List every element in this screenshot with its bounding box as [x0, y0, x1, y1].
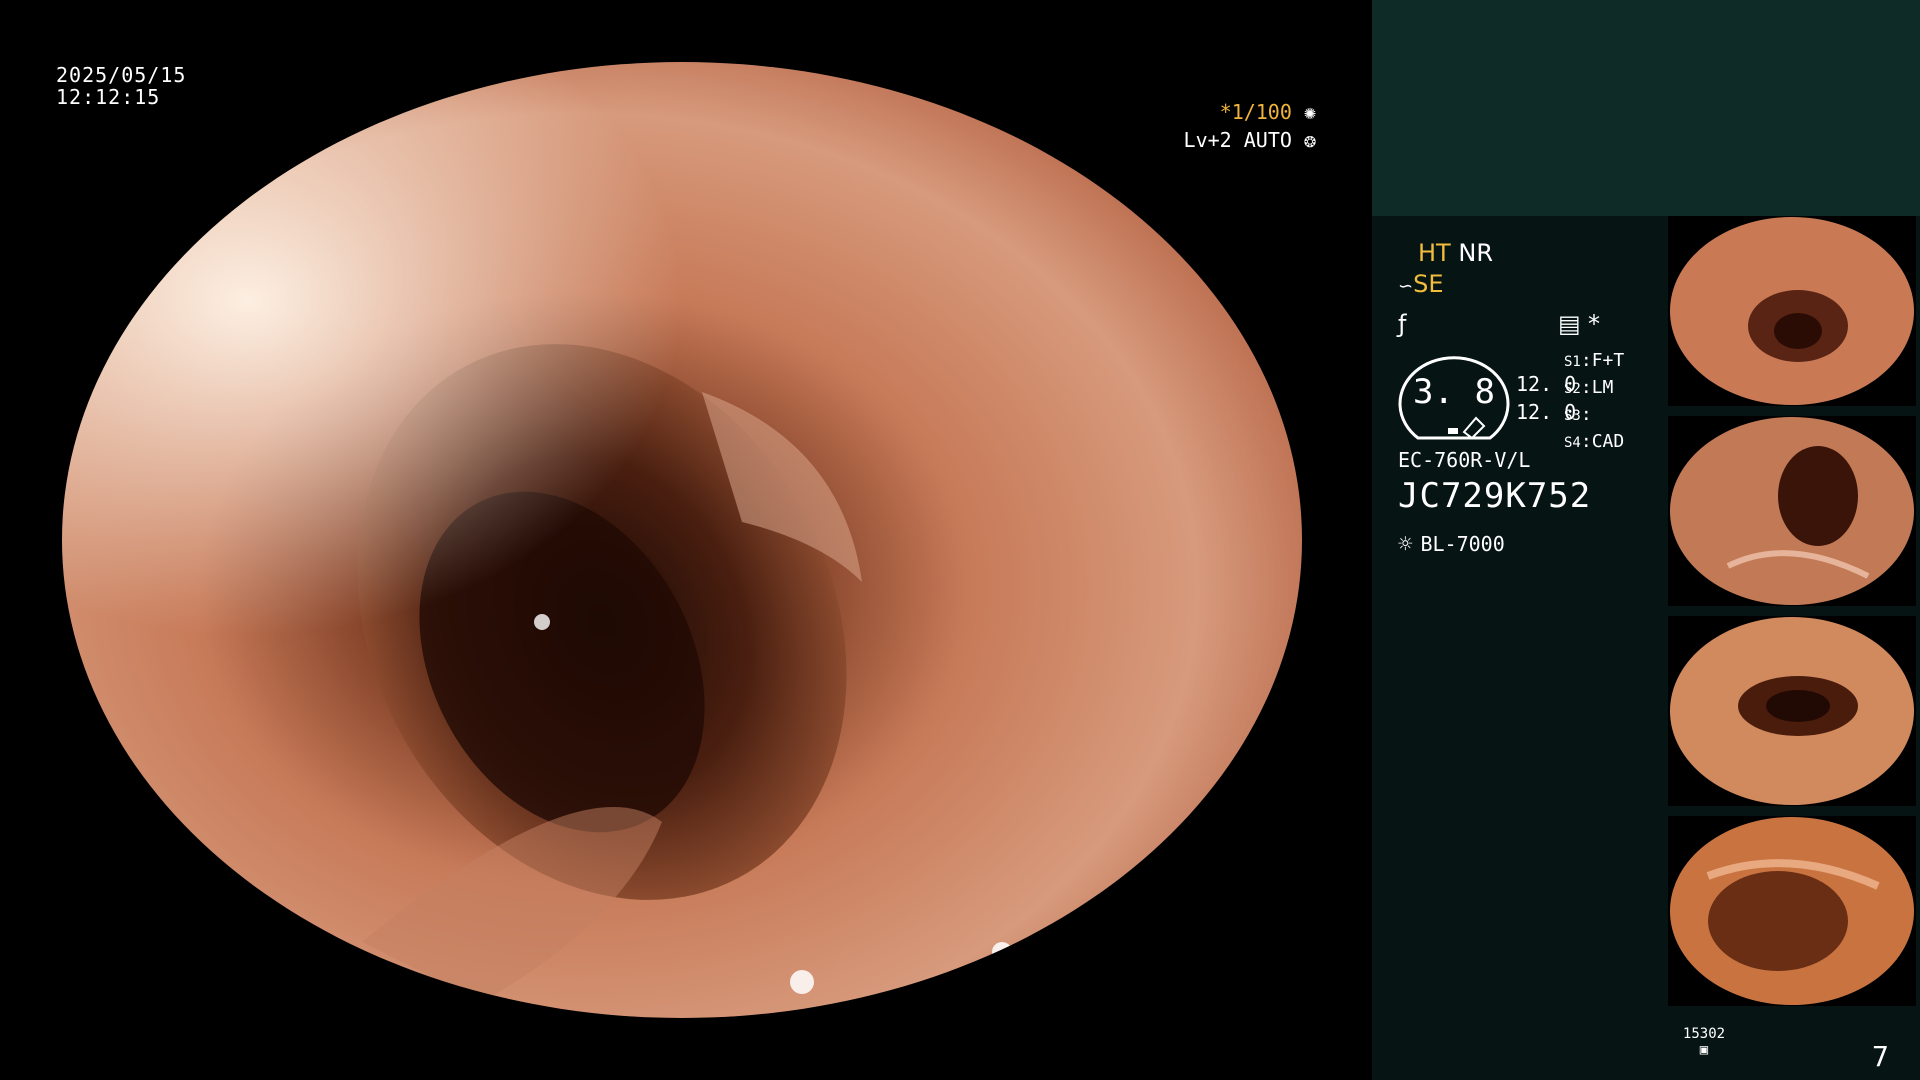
s4-value: CAD — [1591, 431, 1625, 452]
s3-label: S3 — [1564, 408, 1581, 424]
s3-row: S3: — [1564, 404, 1592, 425]
page-number: 7 — [1872, 1040, 1889, 1073]
structure-icon: ▤ — [1558, 310, 1581, 338]
media-icon: ▣ — [1699, 1042, 1709, 1058]
auto-icon: ❂ — [1303, 128, 1316, 152]
thumbnail-1[interactable] — [1668, 216, 1916, 406]
thumbnail-image-2 — [1670, 417, 1914, 605]
mode-ht: HT — [1418, 239, 1451, 267]
lamp-icon: ☼ — [1398, 530, 1413, 558]
switch-assignments: S1:F+T S2:LM S3: S4:CAD — [1564, 348, 1624, 456]
symbol-row: ƒ ▤ * — [1398, 310, 1618, 338]
s4-label: S4 — [1564, 435, 1581, 451]
thumbnail-3[interactable] — [1668, 616, 1916, 806]
date-text: 2025/05/15 — [56, 63, 187, 87]
captured-thumbnails — [1668, 216, 1920, 1016]
s2-row: S2:LM — [1564, 377, 1614, 398]
aperture-icon: ✺ — [1303, 100, 1316, 124]
s1-label: S1 — [1564, 354, 1581, 370]
endoscope-main-view: 2025/05/15 12:12:15 *1/100 ✺ Lv+2 AUTO ❂ — [0, 0, 1372, 1080]
scope-settings: HT NR ∽SE ƒ ▤ * 3. 8 12. 0 12. 0 S1:F+T — [1398, 238, 1698, 598]
shutter-speed: *1/100 ✺ — [1220, 100, 1316, 124]
mode-row-2: ∽SE — [1398, 269, 1444, 302]
thumbnail-image-4 — [1670, 817, 1914, 1005]
gauge-value: 3. 8 — [1413, 372, 1495, 412]
thumbnail-4[interactable] — [1668, 816, 1916, 1006]
time-text: 12:12:15 — [56, 85, 161, 109]
mode-se: SE — [1413, 270, 1444, 298]
endoscope-live-image — [62, 62, 1302, 1018]
s1-value: F+T — [1591, 350, 1625, 371]
light-source-label: BL-7000 — [1420, 532, 1505, 556]
shutter-star: * — [1219, 100, 1232, 124]
asterisk-mark: * — [1588, 310, 1600, 338]
capture-count: 15302 ▣ — [1682, 1026, 1726, 1058]
thumbnail-2[interactable] — [1668, 416, 1916, 606]
capture-count-value: 15302 — [1682, 1026, 1726, 1042]
panel-header-block — [1372, 0, 1920, 216]
s1-row: S1:F+T — [1564, 350, 1625, 371]
scope-serial: JC729K752 — [1398, 476, 1592, 516]
shutter-value: 1/100 — [1231, 100, 1292, 124]
exposure-level: Lv+2 AUTO ❂ — [1184, 128, 1316, 152]
level-text: Lv+2 AUTO — [1183, 128, 1292, 152]
light-source: ☼ BL-7000 — [1398, 530, 1505, 558]
thumbnail-image-1 — [1670, 217, 1914, 405]
enhance-icon: ∽ — [1398, 276, 1414, 297]
scope-model: EC-760R-V/L — [1398, 448, 1531, 472]
function-icon: ƒ — [1398, 310, 1407, 338]
mode-nr: NR — [1458, 239, 1493, 267]
date-time-overlay: 2025/05/15 12:12:15 — [56, 64, 186, 108]
s4-row: S4:CAD — [1564, 431, 1625, 452]
thumbnail-image-3 — [1670, 617, 1914, 805]
mode-row-1: HT NR — [1418, 238, 1493, 269]
s2-label: S2 — [1564, 381, 1581, 397]
info-side-panel: HT NR ∽SE ƒ ▤ * 3. 8 12. 0 12. 0 S1:F+T — [1372, 0, 1920, 1080]
s2-value: LM — [1591, 377, 1614, 398]
